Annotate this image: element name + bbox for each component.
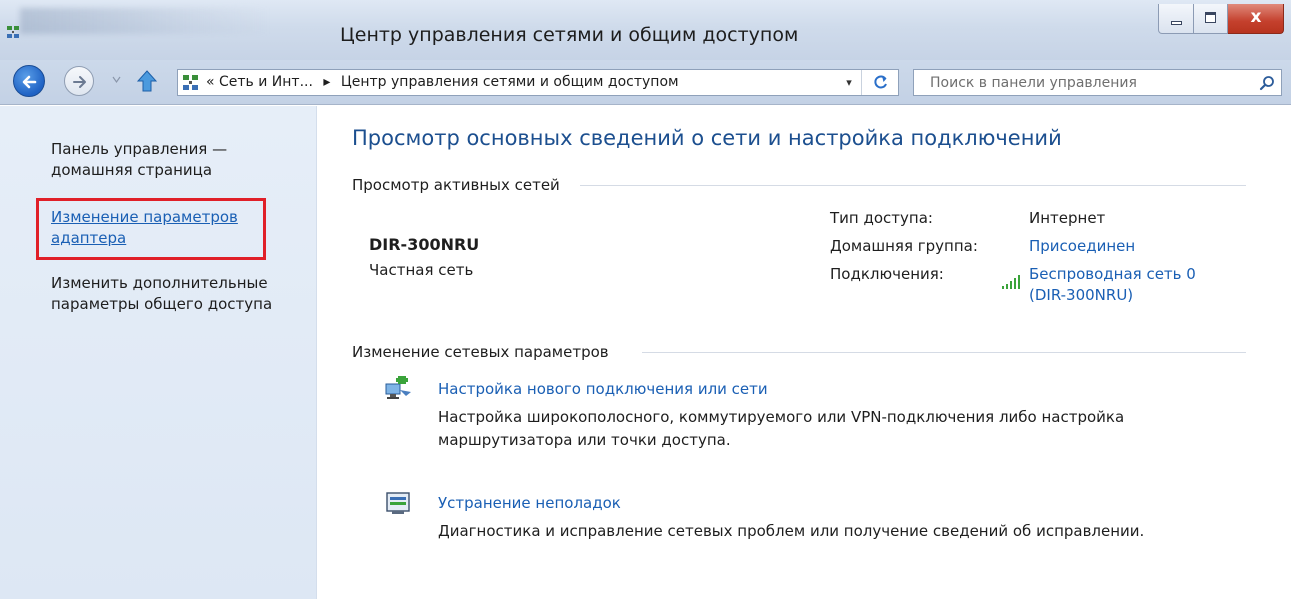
access-type-value: Интернет (1029, 209, 1106, 227)
network-setup-icon (385, 376, 411, 399)
recent-locations-dropdown-icon[interactable] (112, 75, 121, 84)
setup-new-connection-description: Настройка широкополосного, коммутируемог… (438, 408, 1125, 449)
sidebar-item-control-panel-home[interactable]: Панель управления — домашняя страница (51, 139, 301, 181)
navigation-bar: « Сеть и Инт... ▸ Центр управления сетям… (0, 60, 1291, 105)
breadcrumb-separator[interactable]: ▸ (323, 74, 330, 90)
search-input[interactable] (930, 70, 1240, 95)
wifi-signal-icon (1002, 275, 1020, 289)
back-button[interactable] (13, 65, 45, 97)
window-title: Центр управления сетями и общим доступом (340, 24, 799, 46)
up-arrow-icon[interactable] (137, 70, 157, 92)
breadcrumb: « Сеть и Инт... ▸ Центр управления сетям… (206, 74, 685, 90)
wireless-connection-ssid[interactable]: (DIR-300NRU) (1029, 286, 1133, 304)
section-divider (580, 185, 1246, 186)
title-bar-blur (20, 8, 270, 34)
active-networks-header: Просмотр активных сетей (352, 176, 560, 194)
minimize-icon (1171, 21, 1182, 25)
address-bar[interactable]: « Сеть и Инт... ▸ Центр управления сетям… (177, 69, 899, 96)
homegroup-link[interactable]: Присоединен (1029, 237, 1135, 255)
back-arrow-icon (22, 75, 37, 89)
search-icon[interactable] (1259, 75, 1275, 91)
forward-arrow-icon (73, 76, 86, 88)
title-bar: Центр управления сетями и общим доступом… (0, 0, 1291, 60)
network-name: DIR-300NRU (369, 235, 480, 254)
access-type-label: Тип доступа: (830, 209, 933, 227)
connections-label: Подключения: (830, 265, 944, 283)
homegroup-label: Домашняя группа: (830, 237, 978, 255)
troubleshoot-problems-link[interactable]: Устранение неполадок (438, 494, 621, 512)
breadcrumb-parent[interactable]: « Сеть и Инт... (206, 74, 313, 90)
close-button[interactable]: x (1228, 4, 1284, 34)
refresh-icon (874, 75, 887, 89)
sidebar-item-change-adapter-settings[interactable]: Изменение параметров адаптера (51, 207, 261, 249)
change-settings-header: Изменение сетевых параметров (352, 343, 609, 361)
maximize-icon (1205, 12, 1216, 23)
sidebar-item-advanced-sharing-settings[interactable]: Изменить дополнительные параметры общего… (51, 273, 301, 315)
page-title: Просмотр основных сведений о сети и наст… (352, 126, 1062, 150)
wireless-connection-link[interactable]: Беспроводная сеть 0 (1029, 265, 1196, 283)
close-icon: x (1250, 7, 1262, 27)
troubleshoot-icon (386, 492, 410, 514)
search-box[interactable] (913, 69, 1282, 96)
sidebar: Панель управления — домашняя страница Из… (0, 106, 317, 599)
breadcrumb-current[interactable]: Центр управления сетями и общим доступом (341, 74, 679, 90)
main-content: Просмотр основных сведений о сети и наст… (318, 106, 1291, 599)
maximize-button[interactable] (1194, 4, 1228, 34)
section-divider (642, 352, 1246, 353)
setup-new-connection-link[interactable]: Настройка нового подключения или сети (438, 380, 768, 398)
troubleshoot-problems-description: Диагностика и исправление сетевых пробле… (438, 522, 1145, 540)
minimize-button[interactable] (1158, 4, 1194, 34)
address-dropdown-icon[interactable]: ▾ (838, 70, 860, 95)
forward-button[interactable] (64, 66, 94, 96)
network-type: Частная сеть (369, 261, 474, 279)
network-center-icon (7, 26, 19, 38)
refresh-button[interactable] (861, 70, 898, 95)
network-folder-icon (183, 75, 198, 90)
